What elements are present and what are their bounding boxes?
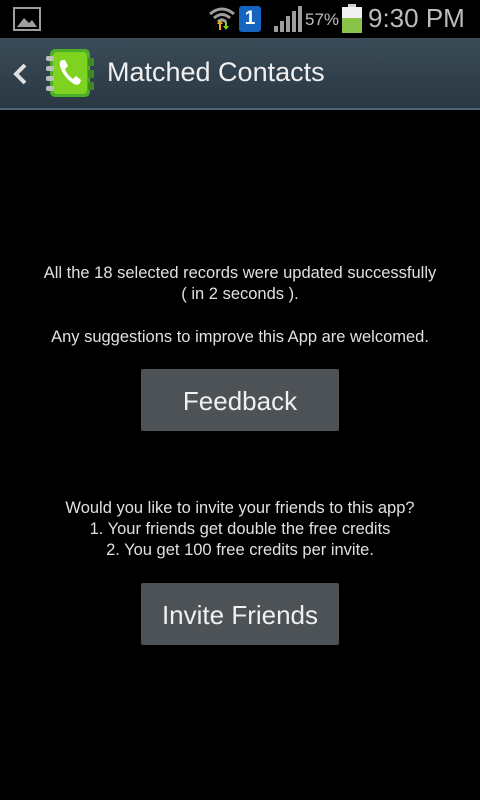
up-navigation-button[interactable] bbox=[0, 38, 100, 108]
screen: 1 57% 9:30 PM Matched Contacts All the 1… bbox=[0, 0, 480, 800]
invite-question: Would you like to invite your friends to… bbox=[65, 499, 415, 517]
clock: 9:30 PM bbox=[368, 3, 465, 33]
suggestion-text: Any suggestions to improve this App are … bbox=[51, 328, 429, 346]
signal-icon bbox=[274, 6, 302, 32]
gallery-icon bbox=[13, 7, 41, 31]
chevron-left-icon bbox=[13, 63, 27, 85]
feedback-button[interactable]: Feedback bbox=[141, 369, 339, 431]
page-title: Matched Contacts bbox=[107, 57, 325, 87]
invite-benefit-1: 1. Your friends get double the free cred… bbox=[89, 520, 391, 538]
battery-percent: 57% bbox=[305, 10, 340, 29]
invite-friends-button[interactable]: Invite Friends bbox=[141, 583, 339, 645]
invite-benefit-2: 2. You get 100 free credits per invite. bbox=[106, 541, 374, 559]
status-bar: 1 57% 9:30 PM bbox=[0, 0, 480, 38]
result-line: All the 18 selected records were updated… bbox=[43, 264, 437, 282]
result-message: All the 18 selected records were updated… bbox=[0, 263, 480, 305]
wifi-icon bbox=[209, 7, 235, 30]
invite-message: Would you like to invite your friends to… bbox=[0, 498, 480, 561]
result-duration: ( in 2 seconds ). bbox=[181, 285, 299, 303]
action-bar: Matched Contacts bbox=[0, 38, 480, 110]
notification-badge: 1 bbox=[239, 6, 261, 32]
contacts-phone-book-icon bbox=[46, 49, 94, 97]
battery-icon bbox=[342, 4, 362, 33]
